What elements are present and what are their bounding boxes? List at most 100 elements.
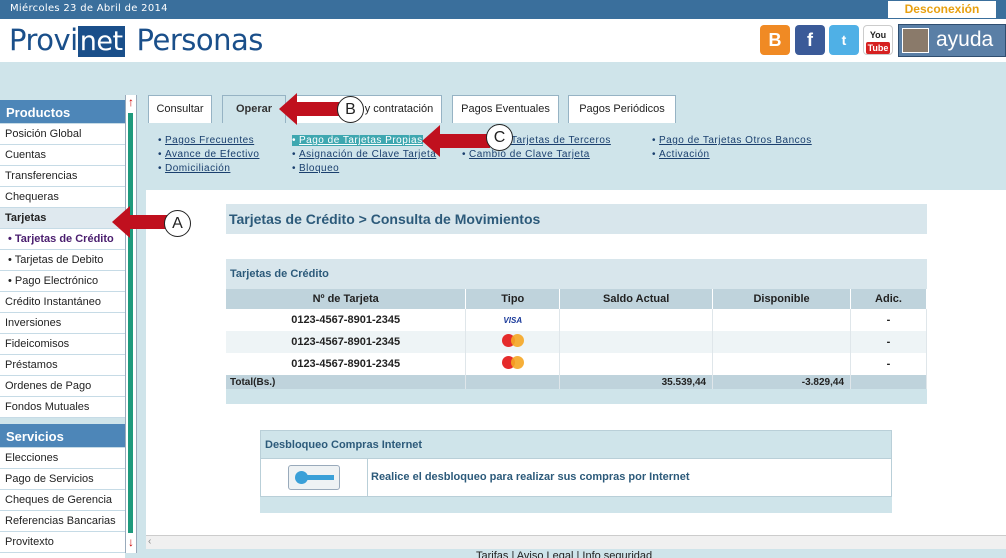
sidebar-item-pago-servicios[interactable]: Pago de Servicios — [0, 469, 125, 490]
total-type-cell — [465, 375, 561, 389]
saldo-cell — [559, 353, 714, 375]
total-disponible: -3.829,44 — [712, 375, 852, 389]
unblock-key-cell — [261, 459, 368, 497]
callout-a: A — [164, 210, 191, 237]
youtube-icon[interactable]: You Tube — [863, 25, 893, 55]
adic-cell: - — [850, 309, 927, 331]
unblock-title: Desbloqueo Compras Internet — [260, 430, 892, 459]
card-number[interactable]: 0123-4567-8901-2345 — [226, 309, 467, 331]
tab-pagos-eventuales[interactable]: Pagos Eventuales — [452, 95, 559, 123]
table-row[interactable]: 0123-4567-8901-2345 - — [226, 353, 927, 375]
sidebar-scrollbar[interactable]: ↑ ↓ — [125, 95, 137, 553]
top-bar: Miércoles 23 de Abril de 2014 Desconexió… — [0, 0, 1006, 19]
twitter-icon[interactable]: t — [829, 25, 859, 55]
saldo-cell — [559, 331, 714, 353]
header: Provinet Personas B f t You Tube ayuda — [0, 19, 1006, 62]
unblock-footer — [260, 497, 892, 513]
sidebar-item-provitexto[interactable]: Provitexto — [0, 532, 125, 553]
sidebar-item-cheques-gerencia[interactable]: Cheques de Gerencia — [0, 490, 125, 511]
link-avance-efectivo[interactable]: Avance de Efectivo — [158, 149, 259, 160]
mastercard-icon — [465, 353, 561, 375]
sidebar-item-fondos-mutuales[interactable]: Fondos Mutuales — [0, 397, 125, 418]
sidebar-item-transferencias[interactable]: Transferencias — [0, 166, 125, 187]
facebook-icon[interactable]: f — [795, 25, 825, 55]
sidebar-item-elecciones[interactable]: Elecciones — [0, 448, 125, 469]
sidebar-item-cuentas[interactable]: Cuentas — [0, 145, 125, 166]
credit-cards-panel: Tarjetas de Crédito Nº de Tarjeta Tipo S… — [226, 259, 927, 405]
link-tarjetas-terceros[interactable]: Tarjetas de Terceros — [504, 135, 611, 146]
credit-cards-table: Nº de Tarjeta Tipo Saldo Actual Disponib… — [226, 289, 927, 389]
provinet-logo[interactable]: Provinet Personas — [9, 23, 263, 57]
unblock-text[interactable]: Realice el desbloqueo para realizar sus … — [371, 471, 690, 483]
blogger-icon[interactable]: B — [760, 25, 790, 55]
disponible-cell — [712, 309, 852, 331]
sidebar-item-inversiones[interactable]: Inversiones — [0, 313, 125, 334]
sidebar-subitem-tarjetas-debito[interactable]: • Tarjetas de Debito — [0, 250, 125, 271]
unblock-row: Realice el desbloqueo para realizar sus … — [260, 459, 892, 497]
sidebar-item-tarjetas[interactable]: Tarjetas — [0, 208, 125, 229]
footer-links[interactable]: Tarifas | Aviso Legal | Info seguridad — [476, 550, 652, 558]
link-pago-otros-bancos[interactable]: Pago de Tarjetas Otros Bancos — [652, 135, 812, 146]
sidebar: Productos Posición Global Cuentas Transf… — [0, 100, 125, 558]
sidebar-item-referencias-bancarias[interactable]: Referencias Bancarias — [0, 511, 125, 532]
link-pago-tarjetas-propias[interactable]: Pago de Tarjetas Propias — [292, 135, 423, 146]
logo-personas: Personas — [136, 23, 264, 57]
scroll-down-arrow-icon[interactable]: ↓ — [126, 535, 136, 551]
total-label: Total(Bs.) — [226, 375, 467, 389]
key-icon[interactable] — [288, 465, 340, 490]
link-cambio-clave[interactable]: Cambio de Clave Tarjeta — [462, 149, 590, 160]
table-row[interactable]: 0123-4567-8901-2345 - — [226, 331, 927, 353]
credit-cards-footer — [226, 389, 927, 404]
sidebar-item-prestamos[interactable]: Préstamos — [0, 355, 125, 376]
col-header-type: Tipo — [465, 289, 561, 309]
sidebar-item-posicion-global[interactable]: Posición Global — [0, 124, 125, 145]
link-asignacion-clave[interactable]: Asignación de Clave Tarjeta — [292, 149, 436, 160]
scrollbar-thumb[interactable] — [128, 113, 133, 533]
tab-consultar[interactable]: Consultar — [148, 95, 212, 123]
main-content: Consultar Operar y contratación Pagos Ev… — [146, 93, 1006, 537]
col-header-saldo: Saldo Actual — [559, 289, 714, 309]
tab-pagos-periodicos[interactable]: Pagos Periódicos — [568, 95, 676, 123]
adic-cell: - — [850, 353, 927, 375]
annotation-arrow-b — [279, 93, 339, 125]
unblock-panel: Desbloqueo Compras Internet Realice el d… — [260, 430, 892, 513]
help-label: ayuda — [936, 28, 994, 51]
sidebar-item-fideicomisos[interactable]: Fideicomisos — [0, 334, 125, 355]
youtube-tube: Tube — [866, 42, 890, 54]
saldo-cell — [559, 309, 714, 331]
sidebar-subitem-tarjetas-credito[interactable]: • Tarjetas de Crédito — [0, 229, 125, 250]
col-header-number: Nº de Tarjeta — [226, 289, 467, 309]
date-label: Miércoles 23 de Abril de 2014 — [10, 3, 168, 14]
help-button[interactable]: ayuda — [898, 24, 1006, 57]
scroll-left-arrow-icon[interactable]: ‹ — [148, 536, 151, 547]
logo-net: net — [77, 26, 125, 57]
tab-operar[interactable]: Operar — [222, 95, 286, 123]
disponible-cell — [712, 353, 852, 375]
table-row[interactable]: 0123-4567-8901-2345 VISA - — [226, 309, 927, 331]
avatar — [902, 28, 929, 53]
sidebar-item-chequeras[interactable]: Chequeras — [0, 187, 125, 208]
card-number[interactable]: 0123-4567-8901-2345 — [226, 353, 467, 375]
disponible-cell — [712, 331, 852, 353]
link-pagos-frecuentes[interactable]: Pagos Frecuentes — [158, 135, 254, 146]
link-bloqueo[interactable]: Bloqueo — [292, 163, 339, 174]
link-domiciliacion[interactable]: Domiciliación — [158, 163, 230, 174]
products-header: Productos — [0, 100, 125, 124]
link-activacion[interactable]: Activación — [652, 149, 710, 160]
youtube-label: You — [869, 30, 887, 40]
logo-prov: Provi — [9, 23, 78, 57]
sidebar-item-credito-instantaneo[interactable]: Crédito Instantáneo — [0, 292, 125, 313]
col-header-adic: Adic. — [850, 289, 927, 309]
sidebar-item-ordenes-de-pago[interactable]: Ordenes de Pago — [0, 376, 125, 397]
page-title: Tarjetas de Crédito > Consulta de Movimi… — [226, 204, 927, 234]
logout-button[interactable]: Desconexión — [888, 1, 996, 18]
operation-subnav: Pagos Frecuentes Avance de Efectivo Domi… — [146, 123, 1006, 191]
visa-icon: VISA — [465, 309, 561, 331]
card-number[interactable]: 0123-4567-8901-2345 — [226, 331, 467, 353]
annotation-arrow-c — [422, 125, 490, 157]
horizontal-scrollbar[interactable]: ‹ — [146, 535, 1006, 549]
tab-bar: Consultar Operar y contratación Pagos Ev… — [146, 93, 1006, 123]
sidebar-subitem-pago-electronico[interactable]: • Pago Electrónico — [0, 271, 125, 292]
scroll-up-arrow-icon[interactable]: ↑ — [126, 95, 136, 111]
total-row: Total(Bs.) 35.539,44 -3.829,44 — [226, 375, 927, 389]
